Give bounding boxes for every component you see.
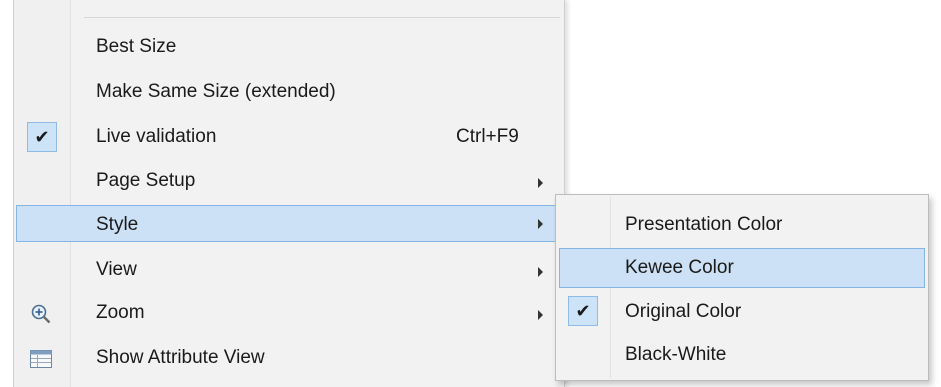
menu-item-label: Show Attribute View (96, 347, 265, 368)
menu-item-page-setup[interactable]: Page Setup (16, 164, 562, 198)
menu-item-style[interactable]: Style (16, 205, 562, 242)
submenu-arrow-icon (538, 178, 543, 188)
submenu-item-original-color[interactable]: ✔ Original Color (559, 292, 925, 332)
menu-item-best-size[interactable]: Best Size (16, 30, 562, 64)
menu-item-shortcut: Ctrl+F9 (456, 126, 519, 147)
submenu-item-black-white[interactable]: Black-White (559, 335, 925, 375)
menu-item-label: View (96, 259, 137, 280)
menu-item-show-attribute-view[interactable]: Show Attribute View (16, 341, 562, 375)
submenu-item-kewee-color[interactable]: Kewee Color (559, 248, 925, 288)
checkmark-icon: ✔ (568, 296, 598, 326)
menu-item-zoom[interactable]: Zoom (16, 296, 562, 330)
menu-item-live-validation[interactable]: ✔ Live validation Ctrl+F9 (16, 120, 562, 154)
table-view-icon (30, 350, 52, 368)
zoom-in-icon (31, 304, 51, 324)
submenu-item-label: Kewee Color (625, 257, 734, 278)
menu-item-label: Zoom (96, 302, 145, 323)
checkmark-icon: ✔ (27, 122, 57, 152)
menu-item-label: Style (96, 214, 139, 235)
submenu-arrow-icon (538, 219, 543, 229)
context-menu: Best Size Make Same Size (extended) ✔ Li… (13, 0, 565, 387)
submenu-item-label: Black-White (625, 344, 727, 365)
menu-item-label: Page Setup (96, 170, 196, 191)
style-submenu: Presentation Color Kewee Color ✔ Origina… (555, 194, 929, 381)
submenu-item-label: Original Color (625, 301, 742, 322)
menu-item-label: Make Same Size (extended) (96, 81, 336, 102)
menu-separator (84, 17, 560, 18)
submenu-arrow-icon (538, 267, 543, 277)
menu-item-view[interactable]: View (16, 253, 562, 287)
submenu-item-presentation-color[interactable]: Presentation Color (559, 205, 925, 245)
submenu-arrow-icon (538, 310, 543, 320)
menu-item-make-same-size[interactable]: Make Same Size (extended) (16, 75, 562, 109)
submenu-item-label: Presentation Color (625, 214, 783, 235)
menu-item-label: Live validation (96, 126, 217, 147)
menu-item-label: Best Size (96, 36, 177, 57)
